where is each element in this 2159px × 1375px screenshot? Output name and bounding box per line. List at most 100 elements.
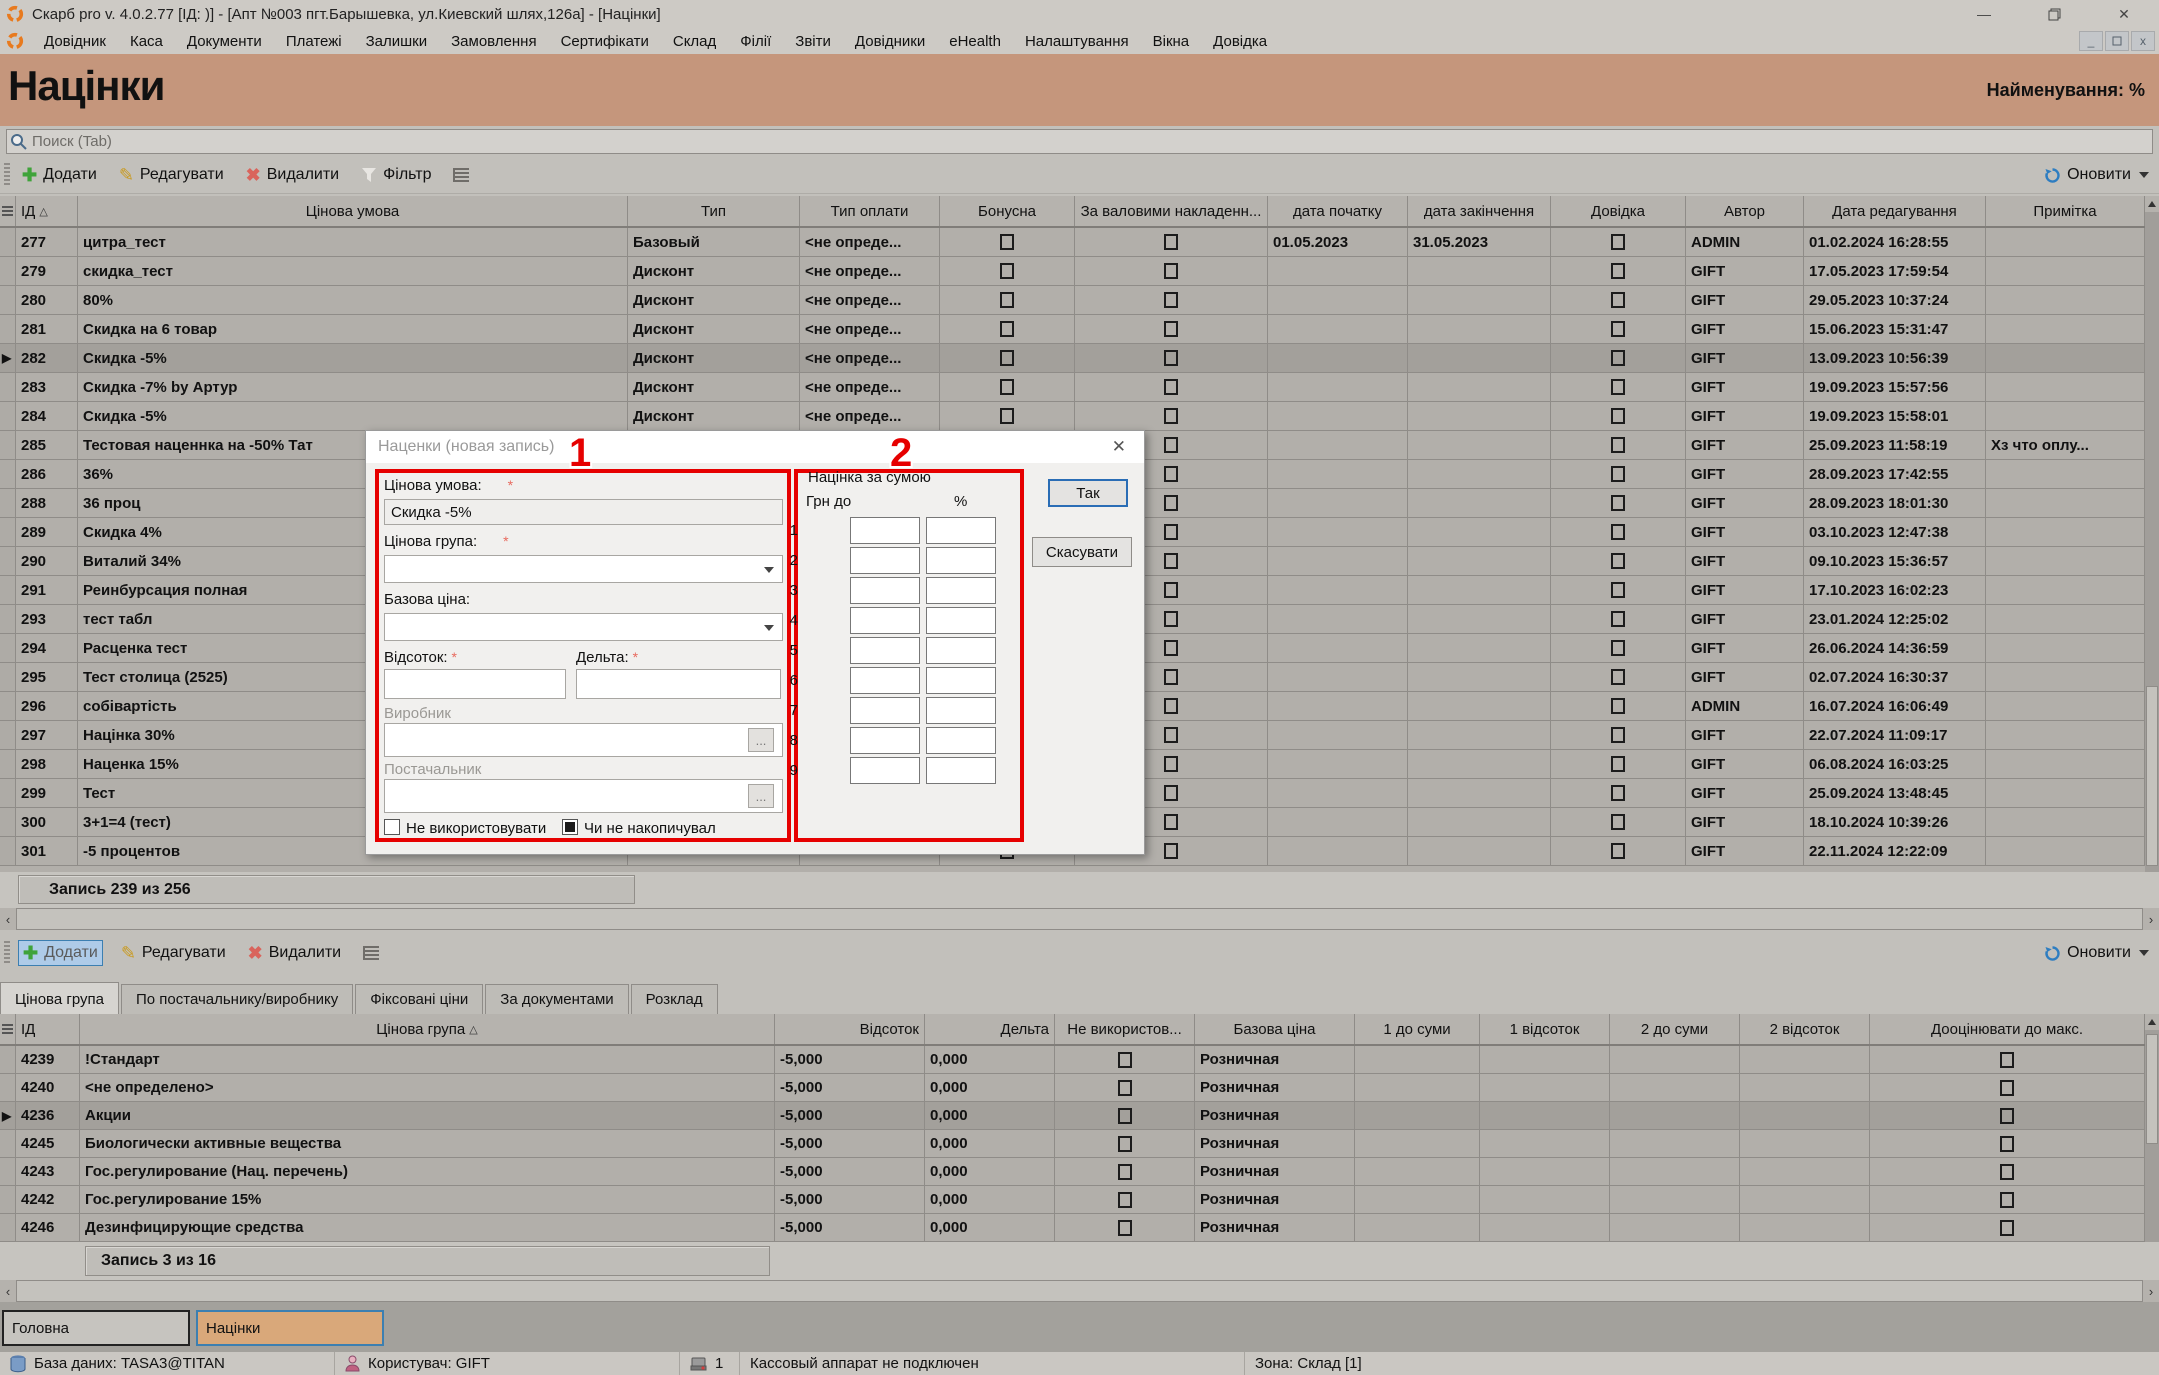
checkbox[interactable]: [1611, 785, 1625, 801]
checkbox[interactable]: [1611, 640, 1625, 656]
checkbox[interactable]: [1000, 321, 1014, 337]
sum-amount-field[interactable]: [850, 667, 920, 694]
columns-button[interactable]: [359, 943, 383, 963]
checkbox[interactable]: [1164, 524, 1178, 540]
ok-button[interactable]: Так: [1048, 479, 1128, 507]
menu-5[interactable]: Залишки: [354, 31, 440, 52]
table-row[interactable]: 284Скидка -5%Дисконт<не опреде...GIFT19.…: [0, 402, 2145, 431]
column-header[interactable]: 2 відсоток: [1740, 1014, 1870, 1044]
edit-group-button[interactable]: ✎Редагувати: [117, 941, 230, 965]
checkbox[interactable]: [1118, 1052, 1132, 1068]
table-row[interactable]: 4242Гос.регулирование 15%-5,0000,000Розн…: [0, 1186, 2145, 1214]
checkbox[interactable]: [1000, 408, 1014, 424]
checkbox[interactable]: [1164, 350, 1178, 366]
column-header[interactable]: Дельта: [925, 1014, 1055, 1044]
mdi-minimize-icon[interactable]: _: [2079, 31, 2103, 51]
checkbox[interactable]: [1164, 553, 1178, 569]
no-accumulate-checkbox[interactable]: [562, 819, 578, 835]
checkbox[interactable]: [1611, 698, 1625, 714]
column-header[interactable]: ІД: [16, 1014, 80, 1044]
sum-percent-field[interactable]: [926, 577, 996, 604]
checkbox[interactable]: [1118, 1136, 1132, 1152]
table-row[interactable]: 279скидка_тестДисконт<не опреде...GIFT17…: [0, 257, 2145, 286]
checkbox[interactable]: [2000, 1052, 2014, 1068]
checkbox[interactable]: [1611, 234, 1625, 250]
table-row[interactable]: 4240<не определено>-5,0000,000Розничная: [0, 1074, 2145, 1102]
menu-1[interactable]: Довідник: [32, 31, 118, 52]
column-header[interactable]: 1 відсоток: [1480, 1014, 1610, 1044]
table-row[interactable]: 277цитра_тестБазовый<не опреде...01.05.2…: [0, 228, 2145, 257]
table-row[interactable]: 4245Биологически активные вещества-5,000…: [0, 1130, 2145, 1158]
checkbox[interactable]: [1164, 379, 1178, 395]
menu-13[interactable]: Налаштування: [1013, 31, 1141, 52]
checkbox[interactable]: [1611, 669, 1625, 685]
checkbox[interactable]: [2000, 1136, 2014, 1152]
column-header[interactable]: Примітка: [1986, 196, 2145, 226]
checkbox[interactable]: [1611, 553, 1625, 569]
sum-amount-field[interactable]: [850, 547, 920, 574]
checkbox[interactable]: [1611, 466, 1625, 482]
dialog-close-icon[interactable]: ✕: [1112, 437, 1126, 457]
tab-5[interactable]: Розклад: [631, 984, 718, 1014]
window-tab-1[interactable]: Головна: [2, 1310, 190, 1346]
supplier-field[interactable]: [384, 779, 783, 813]
scroll-right-icon[interactable]: ›: [2143, 1280, 2159, 1302]
sum-percent-field[interactable]: [926, 667, 996, 694]
column-header[interactable]: Дооцінювати до макс.: [1870, 1014, 2145, 1044]
checkbox[interactable]: [1611, 263, 1625, 279]
column-header[interactable]: Цінова група△: [80, 1014, 775, 1044]
column-header[interactable]: Відсоток: [775, 1014, 925, 1044]
sum-amount-field[interactable]: [850, 607, 920, 634]
checkbox[interactable]: [2000, 1164, 2014, 1180]
base-price-select[interactable]: [384, 613, 783, 641]
menu-10[interactable]: Звіти: [783, 31, 843, 52]
tab-3[interactable]: Фіксовані ціни: [355, 984, 483, 1014]
not-use-checkbox[interactable]: [384, 819, 400, 835]
checkbox[interactable]: [1164, 408, 1178, 424]
scroll-up-icon[interactable]: [2145, 196, 2159, 212]
sum-amount-field[interactable]: [850, 517, 920, 544]
checkbox[interactable]: [2000, 1080, 2014, 1096]
sum-percent-field[interactable]: [926, 547, 996, 574]
sum-percent-field[interactable]: [926, 607, 996, 634]
checkbox[interactable]: [1164, 727, 1178, 743]
column-header[interactable]: Довідка: [1551, 196, 1686, 226]
table-row[interactable]: ▶4236Акции-5,0000,000Розничная: [0, 1102, 2145, 1130]
markups-table-vscrollbar[interactable]: [2145, 196, 2159, 908]
column-header[interactable]: ІД△: [16, 196, 78, 226]
minimize-icon[interactable]: —: [1949, 1, 2019, 27]
table-row[interactable]: 4243Гос.регулирование (Нац. перечень)-5,…: [0, 1158, 2145, 1186]
menu-9[interactable]: Філії: [728, 31, 783, 52]
menu-11[interactable]: Довідники: [843, 31, 937, 52]
checkbox[interactable]: [1164, 785, 1178, 801]
filter-button[interactable]: Фільтр: [357, 163, 435, 187]
menu-3[interactable]: Документи: [175, 31, 274, 52]
add-group-button[interactable]: ✚Додати: [18, 940, 103, 966]
column-header[interactable]: дата закінчення: [1408, 196, 1551, 226]
checkbox[interactable]: [1164, 292, 1178, 308]
menu-15[interactable]: Довідка: [1201, 31, 1279, 52]
checkbox[interactable]: [1611, 524, 1625, 540]
price-condition-field[interactable]: Скидка -5%: [384, 499, 783, 525]
refresh-group-button[interactable]: Оновити: [2044, 944, 2149, 962]
checkbox[interactable]: [1164, 321, 1178, 337]
search-input[interactable]: Поиск (Tab): [6, 129, 2153, 154]
delta-field[interactable]: [576, 669, 781, 699]
checkbox[interactable]: [1611, 843, 1625, 859]
dialog-title-bar[interactable]: Наценки (новая запись): [366, 431, 1144, 463]
refresh-button[interactable]: Оновити: [2044, 166, 2149, 184]
mdi-close-icon[interactable]: x: [2131, 31, 2155, 51]
checkbox[interactable]: [1611, 437, 1625, 453]
sum-percent-field[interactable]: [926, 697, 996, 724]
column-header[interactable]: Дата редагування: [1804, 196, 1986, 226]
checkbox[interactable]: [1164, 234, 1178, 250]
table-row[interactable]: 4246Дезинфицирующие средства-5,0000,000Р…: [0, 1214, 2145, 1242]
sum-percent-field[interactable]: [926, 757, 996, 784]
manufacturer-field[interactable]: [384, 723, 783, 757]
checkbox[interactable]: [1611, 814, 1625, 830]
sum-amount-field[interactable]: [850, 727, 920, 754]
scroll-left-icon[interactable]: ‹: [0, 908, 16, 930]
checkbox[interactable]: [1000, 379, 1014, 395]
checkbox[interactable]: [1118, 1164, 1132, 1180]
sum-amount-field[interactable]: [850, 697, 920, 724]
